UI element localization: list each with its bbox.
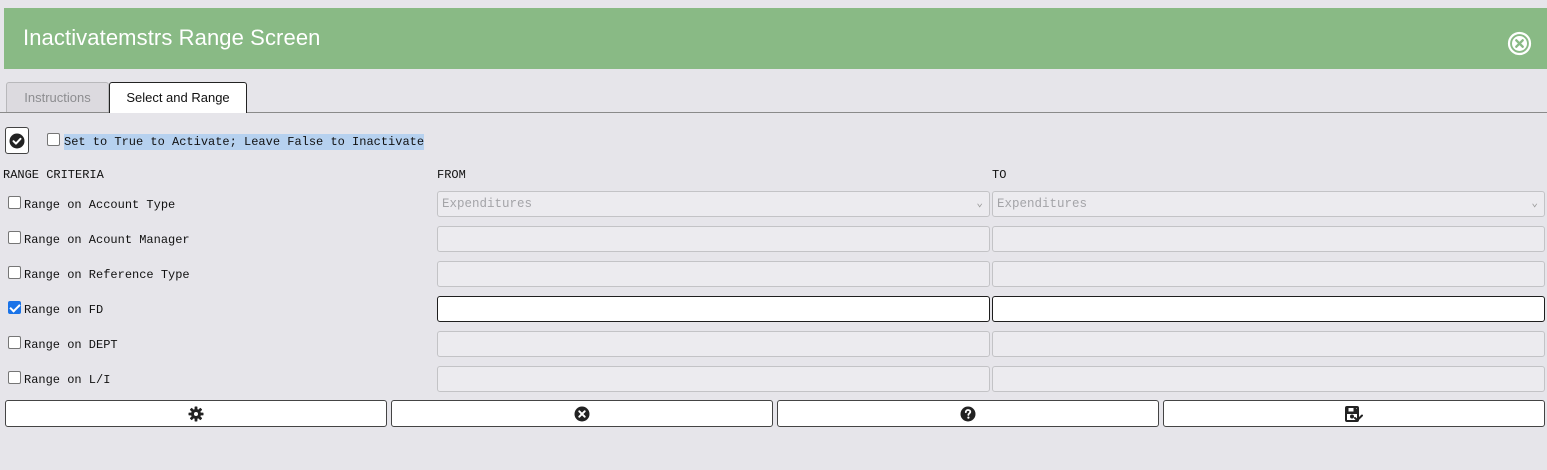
li-to-input[interactable]	[992, 366, 1545, 392]
cancel-button[interactable]	[391, 400, 773, 427]
li-checkbox[interactable]	[8, 371, 21, 384]
save-check-icon	[1345, 405, 1363, 422]
fd-checkbox[interactable]	[8, 301, 21, 314]
range-criteria-header: RANGE CRITERIA	[3, 168, 104, 182]
confirm-button[interactable]	[5, 127, 29, 154]
settings-button[interactable]	[5, 400, 387, 427]
account-type-from-select[interactable]: Expenditures ⌄	[437, 191, 990, 217]
dept-to-input[interactable]	[992, 331, 1545, 357]
account-manager-checkbox[interactable]	[8, 231, 21, 244]
account-type-to-select[interactable]: Expenditures ⌄	[992, 191, 1545, 217]
chevron-down-icon: ⌄	[1531, 198, 1538, 210]
account-manager-label: Range on Acount Manager	[24, 233, 190, 247]
close-circle-icon	[574, 406, 590, 421]
to-header: TO	[992, 168, 1007, 182]
dept-from-input[interactable]	[437, 331, 990, 357]
reference-type-to-input[interactable]	[992, 261, 1545, 287]
tab-instructions[interactable]: Instructions	[6, 82, 109, 112]
activate-label: Set to True to Activate; Leave False to …	[64, 134, 425, 150]
dept-checkbox[interactable]	[8, 336, 21, 349]
fd-from-input[interactable]	[437, 296, 990, 322]
account-type-to-value: Expenditures	[997, 197, 1088, 211]
from-header: FROM	[437, 168, 466, 182]
account-type-checkbox[interactable]	[8, 196, 21, 209]
page-title: Inactivatemstrs Range Screen	[23, 25, 321, 50]
check-circle-icon	[9, 133, 25, 149]
li-label: Range on L/I	[24, 373, 111, 387]
question-circle-icon	[960, 406, 976, 421]
reference-type-label: Range on Reference Type	[24, 268, 190, 282]
account-type-from-value: Expenditures	[442, 197, 533, 211]
close-circle-icon[interactable]	[1507, 31, 1532, 56]
fd-to-input[interactable]	[992, 296, 1545, 322]
save-button[interactable]	[1163, 400, 1545, 427]
chevron-down-icon: ⌄	[976, 198, 983, 210]
account-manager-from-input[interactable]	[437, 226, 990, 252]
gear-icon	[188, 406, 204, 421]
reference-type-from-input[interactable]	[437, 261, 990, 287]
reference-type-checkbox[interactable]	[8, 266, 21, 279]
account-type-label: Range on Account Type	[24, 198, 176, 212]
tab-select-and-range[interactable]: Select and Range	[109, 82, 247, 113]
account-manager-to-input[interactable]	[992, 226, 1545, 252]
title-bar: Inactivatemstrs Range Screen	[4, 8, 1547, 69]
help-button[interactable]	[777, 400, 1159, 427]
activate-checkbox[interactable]	[47, 133, 60, 146]
fd-label: Range on FD	[24, 303, 104, 317]
li-from-input[interactable]	[437, 366, 990, 392]
tab-bar: Instructions Select and Range	[0, 82, 1547, 113]
dept-label: Range on DEPT	[24, 338, 118, 352]
